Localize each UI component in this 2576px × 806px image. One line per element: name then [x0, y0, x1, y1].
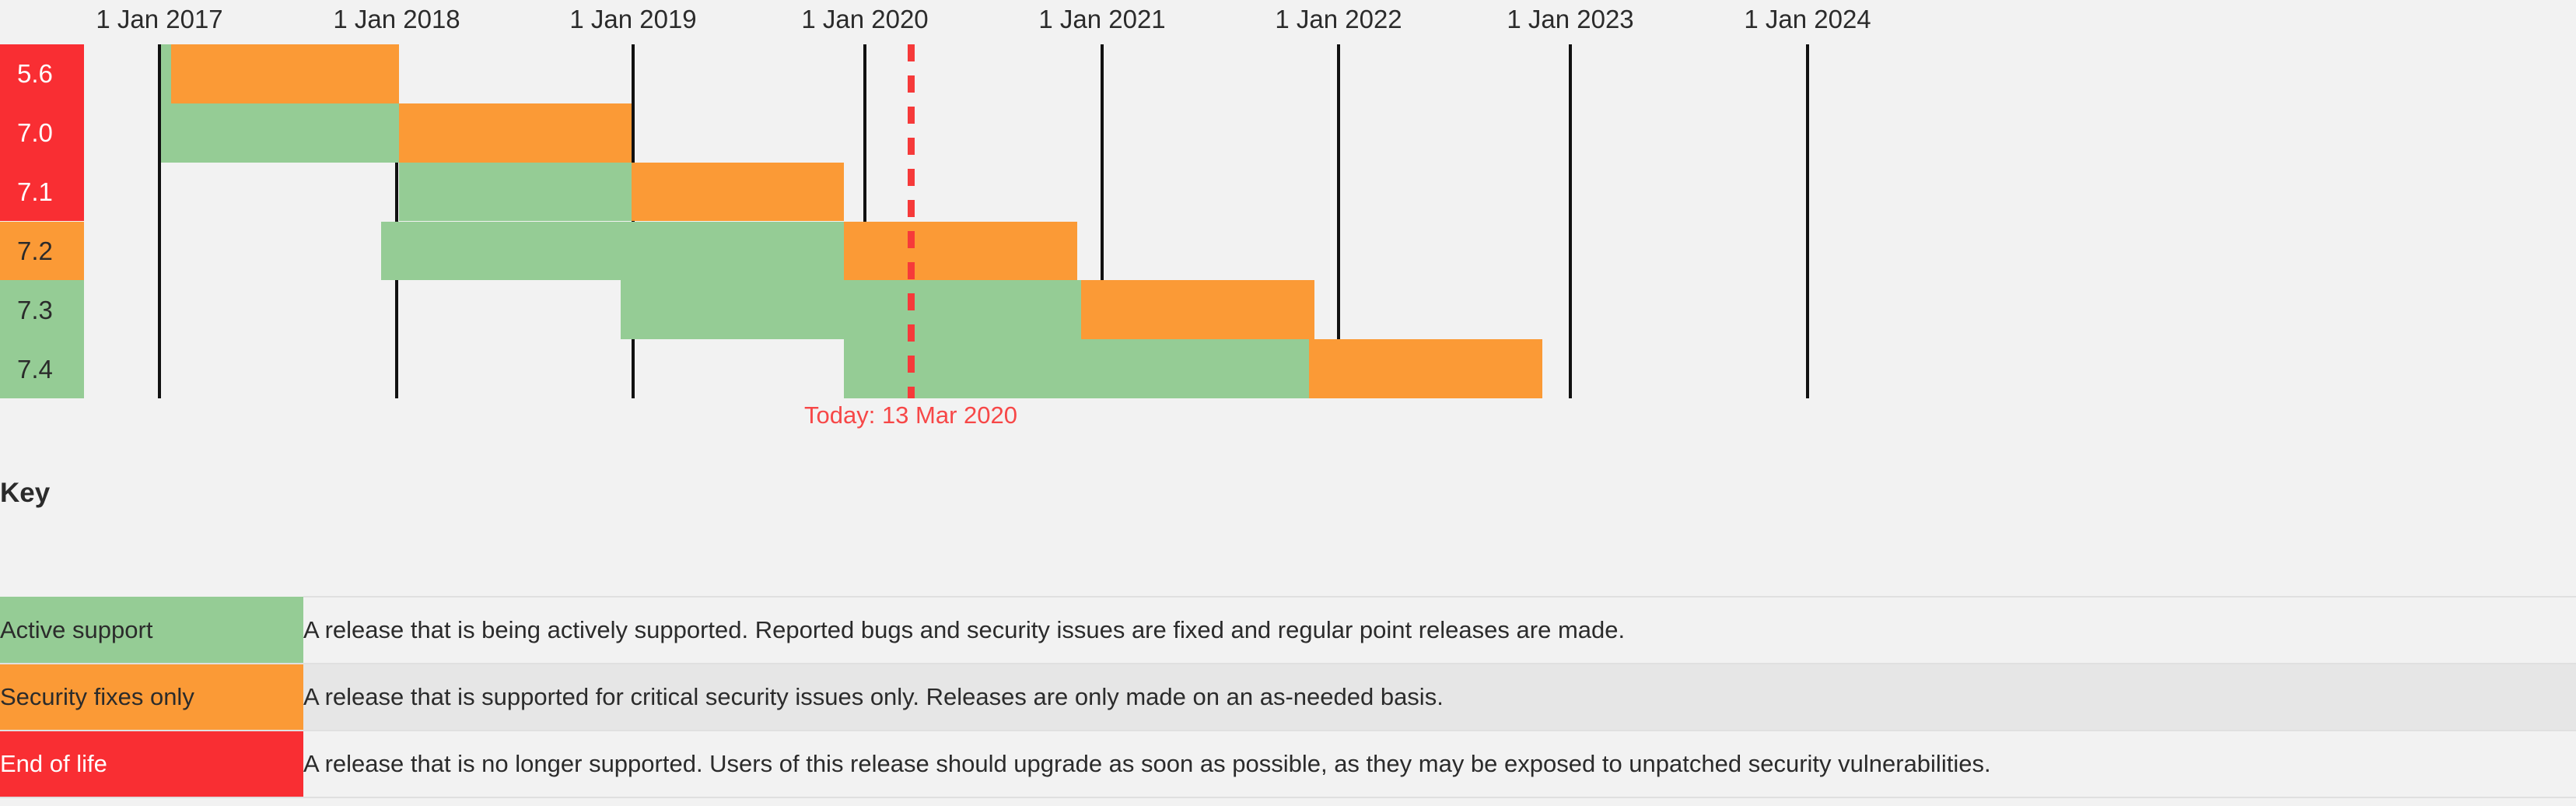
- version-label-7.3: 7.3: [0, 280, 84, 340]
- version-label-7.2: 7.2: [0, 221, 84, 281]
- key-row: End of life A release that is no longer s…: [0, 731, 2576, 798]
- timeline-row-5.6: 5.6: [0, 44, 2576, 103]
- key-row: Security fixes only A release that is sup…: [0, 664, 2576, 731]
- timeline-segment-active: [621, 280, 1081, 340]
- timeline-segment-active: [161, 103, 399, 163]
- timeline-row-7.1: 7.1: [0, 162, 2576, 222]
- timeline-segment-security: [171, 44, 399, 103]
- axis-tick-label: 1 Jan 2019: [569, 5, 697, 33]
- key-swatch-label: Active support: [0, 597, 303, 664]
- timeline-segment-active: [399, 162, 632, 222]
- key-description: A release that is supported for critical…: [303, 664, 2576, 731]
- version-label-7.4: 7.4: [0, 339, 84, 398]
- timeline-segment-security: [399, 103, 632, 163]
- axis-tick-label: 1 Jan 2018: [333, 5, 460, 33]
- timeline-segment-active: [381, 221, 844, 281]
- timeline-row-7.2: 7.2: [0, 221, 2576, 281]
- axis-tick-label: 1 Jan 2021: [1038, 5, 1166, 33]
- key-swatch-label: Security fixes only: [0, 664, 303, 731]
- timeline-row-7.3: 7.3: [0, 280, 2576, 340]
- timeline-row-7.0: 7.0: [0, 103, 2576, 163]
- timeline-segment-security: [1309, 339, 1542, 398]
- key-row: Active support A release that is being ac…: [0, 596, 2576, 664]
- today-label: Today: 13 Mar 2020: [803, 401, 1018, 429]
- timeline-segment-active: [161, 44, 171, 103]
- axis-tick-label: 1 Jan 2022: [1275, 5, 1402, 33]
- timeline-segment-security: [1081, 280, 1314, 340]
- axis-tick-label: 1 Jan 2024: [1744, 5, 1871, 33]
- version-support-timeline: 1 Jan 2017 1 Jan 2018 1 Jan 2019 1 Jan 2020…: [0, 0, 2576, 443]
- today-marker-line: [908, 44, 915, 398]
- timeline-segment-security: [844, 221, 1077, 281]
- timeline-segment-security: [632, 162, 844, 222]
- version-label-7.0: 7.0: [0, 103, 84, 163]
- axis-tick-label: 1 Jan 2017: [96, 5, 223, 33]
- key-description: A release that is no longer supported. U…: [303, 731, 2576, 798]
- timeline-axis: 1 Jan 2017 1 Jan 2018 1 Jan 2019 1 Jan 2020…: [0, 0, 2576, 44]
- version-label-5.6: 5.6: [0, 44, 84, 103]
- key-swatch-label: End of life: [0, 731, 303, 798]
- version-label-7.1: 7.1: [0, 162, 84, 222]
- key-description: A release that is being actively support…: [303, 596, 2576, 664]
- timeline-row-7.4: 7.4: [0, 339, 2576, 398]
- axis-tick-label: 1 Jan 2023: [1507, 5, 1634, 33]
- key-table: Active support A release that is being ac…: [0, 596, 2576, 798]
- axis-tick-label: 1 Jan 2020: [801, 5, 929, 33]
- key-heading: Key: [0, 478, 51, 508]
- timeline-rows: 5.6 7.0 7.1 7.2 7.3 7.4: [0, 44, 2576, 398]
